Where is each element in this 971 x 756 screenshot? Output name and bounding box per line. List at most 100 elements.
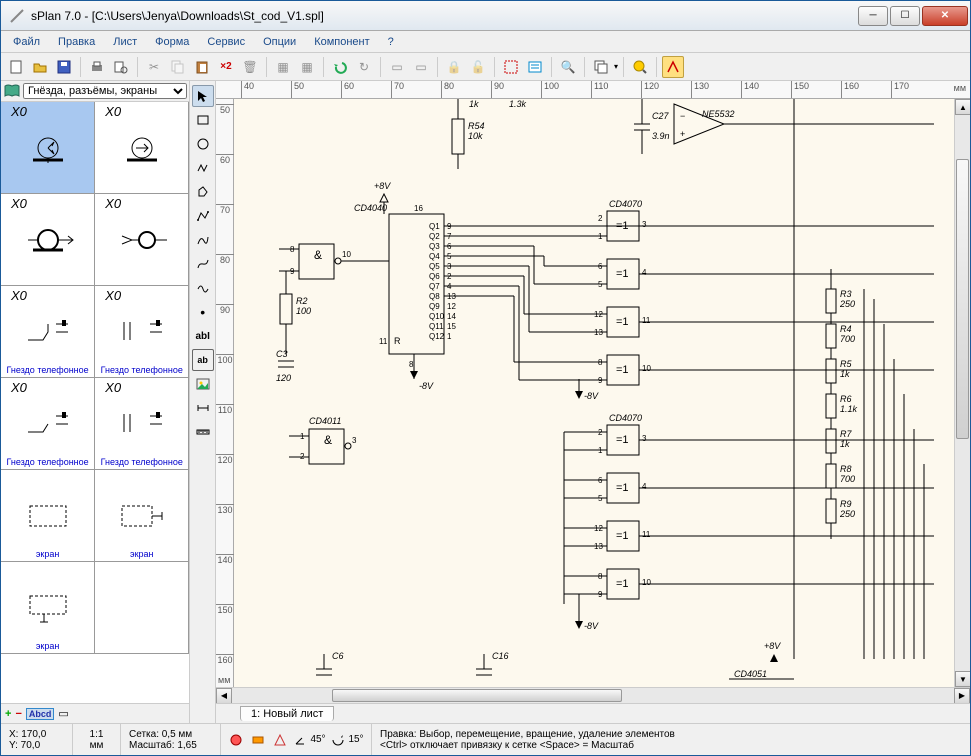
duplicate-button[interactable]: ×2 — [215, 56, 237, 78]
menu-component[interactable]: Компонент — [306, 34, 377, 50]
ungroup-button[interactable]: ▭ — [410, 56, 432, 78]
cut-button[interactable]: ✂ — [143, 56, 165, 78]
scrollbar-vertical[interactable]: ▲ ▼ — [954, 99, 970, 687]
scrollbar-horizontal[interactable]: ◀ ▶ — [216, 687, 970, 703]
select-rect-button[interactable] — [500, 56, 522, 78]
undo-button[interactable] — [329, 56, 351, 78]
status-icon-1[interactable] — [227, 731, 245, 749]
print-button[interactable] — [86, 56, 108, 78]
lib-item-2[interactable]: X0 — [1, 194, 95, 285]
svg-text:&: & — [324, 433, 332, 447]
group-button[interactable]: ▭ — [386, 56, 408, 78]
lib-item-6[interactable]: X0 Гнездо телефонное — [1, 378, 95, 469]
node-tool[interactable]: • — [192, 301, 214, 323]
svg-text:C6: C6 — [332, 651, 344, 661]
unlock-button[interactable]: 🔓 — [467, 56, 489, 78]
library-panel: Гнёзда, разъёмы, экраны X0 X0 X0 — [1, 81, 190, 723]
vertical-tool-palette: • abI ab — [190, 81, 216, 723]
new-button[interactable] — [5, 56, 27, 78]
find-button[interactable]: 🔍 — [557, 56, 579, 78]
svg-text:CD4051: CD4051 — [734, 669, 767, 679]
svg-text:=1: =1 — [616, 578, 629, 590]
app-window: sPlan 7.0 - [C:\Users\Jenya\Downloads\St… — [0, 0, 971, 756]
bezier-tool[interactable] — [192, 253, 214, 275]
coord-y: Y: 70,0 — [9, 740, 64, 751]
lib-item-1[interactable]: X0 — [95, 102, 189, 193]
lib-nav-icon[interactable]: ▭ — [58, 707, 68, 720]
maximize-button[interactable]: ☐ — [890, 6, 920, 26]
rect-tool[interactable] — [192, 109, 214, 131]
svg-text:1: 1 — [447, 332, 452, 341]
save-button[interactable] — [53, 56, 75, 78]
menu-sheet[interactable]: Лист — [105, 34, 145, 50]
library-select[interactable]: Гнёзда, разъёмы, экраны — [23, 83, 187, 99]
svg-text:11: 11 — [642, 316, 651, 325]
minus-icon[interactable]: − — [15, 708, 21, 720]
lib-item-8[interactable]: экран — [1, 470, 95, 561]
spline-tool[interactable] — [192, 277, 214, 299]
status-angle-2[interactable]: 15° — [331, 731, 365, 749]
svg-text:R4: R4 — [840, 324, 852, 334]
svg-text:C16: C16 — [492, 651, 509, 661]
menu-file[interactable]: Файл — [5, 34, 48, 50]
delete-button[interactable]: 🗑 — [239, 56, 261, 78]
minimize-button[interactable]: ─ — [858, 6, 888, 26]
lib-item-11[interactable] — [95, 562, 189, 653]
svg-text:700: 700 — [840, 474, 855, 484]
status-icon-2[interactable] — [249, 731, 267, 749]
polygon-tool[interactable] — [192, 181, 214, 203]
lib-item-5[interactable]: X0 Гнездо телефонное — [95, 286, 189, 377]
highlight-button[interactable] — [662, 56, 684, 78]
copy-button[interactable] — [167, 56, 189, 78]
view-fit-button[interactable] — [629, 56, 651, 78]
layers-button[interactable] — [590, 56, 612, 78]
lib-item-0[interactable]: X0 — [1, 102, 95, 193]
image-tool[interactable] — [192, 373, 214, 395]
component-list-button[interactable] — [524, 56, 546, 78]
status-icon-3[interactable] — [271, 731, 289, 749]
schematic-canvas[interactable]: R54 10k 1k 1.3k C27 3.9n — [234, 99, 954, 687]
svg-text:=1: =1 — [616, 316, 629, 328]
menu-options[interactable]: Опции — [255, 34, 304, 50]
ruler-tool[interactable] — [192, 421, 214, 443]
lib-item-7[interactable]: X0 Гнездо телефонное — [95, 378, 189, 469]
curve-tool[interactable] — [192, 229, 214, 251]
lock-button[interactable]: 🔒 — [443, 56, 465, 78]
svg-text:=1: =1 — [616, 268, 629, 280]
text-tool[interactable]: abI — [192, 325, 214, 347]
sheet-tab-1[interactable]: 1: Новый лист — [240, 706, 334, 721]
svg-text:12: 12 — [447, 302, 456, 311]
svg-text:R: R — [394, 336, 401, 346]
label-mode-button[interactable]: Abcd — [26, 708, 55, 720]
svg-text:NE5532: NE5532 — [702, 109, 735, 119]
textblock-tool[interactable]: ab — [192, 349, 214, 371]
library-grid: X0 X0 X0 X0 — [1, 102, 189, 703]
statusbar: X: 170,0 Y: 70,0 1:1 мм Сетка: 0,5 мм Ма… — [1, 723, 970, 755]
group-back-button[interactable]: ▦ — [296, 56, 318, 78]
open-button[interactable] — [29, 56, 51, 78]
svg-text:4: 4 — [642, 482, 647, 491]
preview-button[interactable] — [110, 56, 132, 78]
lib-item-10[interactable]: экран — [1, 562, 95, 653]
circle-tool[interactable] — [192, 133, 214, 155]
lib-item-3[interactable]: X0 — [95, 194, 189, 285]
close-button[interactable]: ✕ — [922, 6, 968, 26]
lib-item-9[interactable]: экран — [95, 470, 189, 561]
redo-button[interactable]: ↻ — [353, 56, 375, 78]
group-front-button[interactable]: ▦ — [272, 56, 294, 78]
paste-button[interactable] — [191, 56, 213, 78]
ruler-horizontal: 40 50 60 70 80 90 100 110 120 130 140 15… — [216, 81, 970, 99]
svg-text:+8V: +8V — [374, 181, 391, 191]
pointer-tool[interactable] — [192, 85, 214, 107]
lib-item-4[interactable]: X0 Гнездо телефонное — [1, 286, 95, 377]
menu-edit[interactable]: Правка — [50, 34, 103, 50]
status-angle-1[interactable]: 45° — [293, 731, 327, 749]
polyline-tool[interactable] — [192, 205, 214, 227]
zigzag-tool[interactable] — [192, 157, 214, 179]
plus-icon[interactable]: + — [5, 708, 11, 720]
menu-help[interactable]: ? — [380, 34, 402, 50]
menu-service[interactable]: Сервис — [199, 34, 253, 50]
dimension-tool[interactable] — [192, 397, 214, 419]
menu-form[interactable]: Форма — [147, 34, 197, 50]
svg-text:-8V: -8V — [419, 381, 434, 391]
